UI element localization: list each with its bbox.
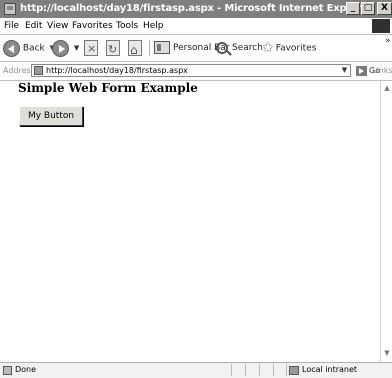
forward-button[interactable]: ▼ <box>52 38 79 58</box>
address-dropdown-icon[interactable]: ▼ <box>339 65 350 76</box>
scroll-up-icon[interactable]: ▲ <box>383 83 391 93</box>
status-divider <box>286 364 287 376</box>
personal-bar-icon <box>154 41 170 54</box>
menu-file[interactable]: File <box>4 18 19 34</box>
back-button[interactable]: Back ▼ <box>3 38 55 58</box>
intranet-zone-icon <box>289 366 299 375</box>
status-divider <box>231 364 232 376</box>
menu-edit[interactable]: Edit <box>25 18 42 34</box>
search-label: Search <box>232 43 263 53</box>
menu-view[interactable]: View <box>47 18 68 34</box>
window-title: http://localhost/day18/firstasp.aspx - M… <box>20 3 373 14</box>
windows-logo-icon <box>372 19 390 33</box>
toolbar-overflow[interactable]: » <box>385 35 391 47</box>
refresh-button[interactable] <box>106 38 120 60</box>
ie-page-icon[interactable] <box>4 3 16 15</box>
menu-tools[interactable]: Tools <box>116 18 138 34</box>
forward-arrow-icon <box>52 39 69 57</box>
security-zone-label: Local intranet <box>302 365 358 374</box>
favorites-star-icon: ✩ <box>262 40 274 56</box>
address-bar: Address http://localhost/day18/firstasp.… <box>0 62 392 93</box>
toolbar-separator <box>149 40 150 56</box>
menu-help[interactable]: Help <box>143 18 164 34</box>
stop-button[interactable] <box>84 38 98 59</box>
back-arrow-icon <box>3 39 20 57</box>
page-icon <box>34 66 43 75</box>
status-bar: Done Local intranet <box>0 362 392 378</box>
stop-icon <box>84 39 98 59</box>
my-button[interactable]: My Button <box>19 106 83 126</box>
favorites-label: Favorites <box>275 43 317 54</box>
refresh-icon <box>106 39 120 60</box>
forward-dropdown-icon[interactable]: ▼ <box>74 44 79 52</box>
page-done-icon <box>3 366 12 375</box>
status-divider <box>245 364 246 376</box>
title-bar[interactable]: http://localhost/day18/firstasp.aspx - M… <box>0 0 392 18</box>
menu-favorites[interactable]: Favorites <box>72 18 113 34</box>
home-button[interactable] <box>128 38 142 60</box>
close-button[interactable]: X <box>377 2 392 15</box>
back-label: Back <box>22 43 45 54</box>
address-url[interactable]: http://localhost/day18/firstasp.aspx <box>46 62 188 80</box>
address-input[interactable]: http://localhost/day18/firstasp.aspx ▼ <box>31 64 351 77</box>
search-icon <box>216 41 228 54</box>
status-divider <box>273 364 274 376</box>
status-text: Done <box>15 365 37 374</box>
page-heading: Simple Web Form Example <box>18 81 198 95</box>
maximize-button[interactable]: □ <box>361 2 375 15</box>
menu-bar: File Edit View Favorites Tools Help <box>0 18 392 35</box>
go-arrow-icon <box>356 65 367 76</box>
minimize-button[interactable]: _ <box>346 2 360 15</box>
scroll-down-icon[interactable]: ▼ <box>383 348 391 358</box>
favorites-button[interactable]: ✩ Favorites <box>262 38 316 58</box>
home-icon <box>128 39 142 60</box>
page-content: Simple Web Form Example My Button <box>0 81 380 362</box>
vertical-scrollbar[interactable]: ▲ ▼ <box>380 81 392 362</box>
toolbar: Back ▼ ▼ Personal Bar Search ✩Favorites … <box>0 35 392 62</box>
browser-window: http://localhost/day18/firstasp.aspx - M… <box>0 0 392 378</box>
search-button[interactable]: Search <box>216 38 263 58</box>
status-divider <box>259 364 260 376</box>
